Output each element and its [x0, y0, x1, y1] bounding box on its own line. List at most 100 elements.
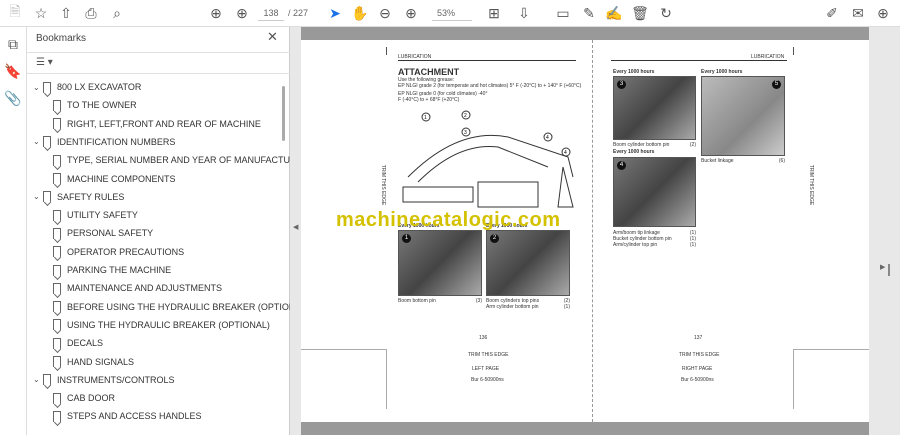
highlight-pen-icon[interactable]: ✎	[580, 4, 598, 22]
grease-spec-1: EP NLGI grade 2 (for temperate and hot c…	[398, 83, 582, 89]
photo-4: 4	[613, 157, 696, 227]
photo-number: 2	[490, 234, 499, 243]
page-number-right: 137	[694, 335, 703, 341]
bookmark-icon[interactable]: 🔖	[4, 62, 22, 80]
delete-icon[interactable]: 🗑	[631, 4, 649, 22]
bookmark-item[interactable]: RIGHT, LEFT,FRONT AND REAR OF MACHINE	[53, 115, 261, 133]
bookmark-item[interactable]: PERSONAL SAFETY	[53, 224, 153, 242]
bookmark-options-icon[interactable]: ☰ ▾	[36, 57, 53, 68]
bookmark-label: BEFORE USING THE HYDRAULIC BREAKER (OPTI…	[67, 301, 310, 312]
upload-cloud-icon[interactable]: ⇧	[57, 4, 75, 22]
add-user-icon[interactable]: ⊕	[874, 4, 892, 22]
photo-caption: Boom bottom pin (3)	[398, 298, 482, 304]
photo-heading: Every 1000 hours	[613, 69, 655, 75]
chevron-down-icon[interactable]: ⌄	[33, 375, 43, 384]
document-scrollbar[interactable]	[884, 27, 894, 435]
bookmark-item[interactable]: STEPS AND ACCESS HANDLES	[53, 407, 202, 425]
bookmark-item[interactable]: USING THE HYDRAULIC BREAKER (OPTIONAL)	[53, 316, 270, 334]
bookmark-item[interactable]: MACHINE COMPONENTS	[53, 170, 176, 188]
bookmark-item[interactable]: ⌄ 800 LX EXCAVATOR	[33, 78, 141, 96]
vertical-trim: TRIM THIS EDGE	[380, 164, 387, 206]
bookmark-icon	[53, 246, 61, 258]
bookmark-label: OPERATOR PRECAUTIONS	[67, 246, 185, 257]
photo-caption: Arm/cylinder top pin (1)	[613, 242, 696, 248]
bookmark-item[interactable]: OPERATOR PRECAUTIONS	[53, 243, 184, 261]
bookmark-item[interactable]: ⌄ INSTRUMENTS/CONTROLS	[33, 371, 175, 389]
attachment-icon[interactable]: 📎	[4, 89, 22, 107]
comment-icon[interactable]: ▭	[554, 4, 572, 22]
scroll-left-icon[interactable]: ◀	[293, 223, 298, 231]
select-cursor-icon[interactable]: ➤	[326, 4, 344, 22]
bookmark-icon	[53, 227, 61, 239]
callout: 2	[464, 113, 467, 119]
email-icon[interactable]: ✉	[849, 4, 867, 22]
bookmark-icon	[43, 81, 51, 93]
page-spread: LUBRICATION ATTACHMENT Use the following…	[301, 27, 869, 435]
zoom-out-icon[interactable]: ⊖	[376, 4, 394, 22]
zoom-in-icon[interactable]: ⊕	[402, 4, 420, 22]
bookmark-label: MACHINE COMPONENTS	[67, 173, 176, 184]
next-page-icon[interactable]: ⊕	[233, 4, 251, 22]
bookmark-item[interactable]: UTILITY SAFETY	[53, 206, 138, 224]
photo-number: 4	[617, 161, 626, 170]
chevron-down-icon[interactable]: ⌄	[33, 137, 43, 146]
bookmark-item[interactable]: ⌄ IDENTIFICATION NUMBERS	[33, 133, 175, 151]
bookmark-item[interactable]: TO THE OWNER	[53, 96, 137, 114]
bookmark-item[interactable]: BEFORE USING THE HYDRAULIC BREAKER (OPTI…	[53, 298, 309, 316]
save-icon[interactable]: 🗎	[6, 3, 24, 22]
page-fit-icon[interactable]: ⊞	[485, 4, 503, 22]
bookmark-label: MAINTENANCE AND ADJUSTMENTS	[67, 283, 223, 294]
bookmark-icon	[53, 118, 61, 130]
bookmark-label: 800 LX EXCAVATOR	[57, 82, 142, 92]
side-label: RIGHT PAGE	[682, 366, 713, 372]
sign-icon[interactable]: ✍	[605, 4, 623, 22]
bookmarks-title: Bookmarks	[36, 33, 87, 44]
hand-tool-icon[interactable]: ✋	[351, 4, 369, 22]
photo-number: 5	[772, 80, 781, 89]
photo-caption: Arm cylinder bottom pin (1)	[486, 304, 570, 310]
print-icon[interactable]: ⎙	[82, 4, 100, 22]
previous-page-icon[interactable]: ⊕	[207, 4, 225, 22]
photo-3: 3	[613, 76, 696, 140]
pages-icon[interactable]: ⧉	[4, 35, 22, 53]
bookmark-item[interactable]: ⌄ SAFETY RULES	[33, 188, 124, 206]
bookmark-item[interactable]: TYPE, SERIAL NUMBER AND YEAR OF MANUFACT…	[53, 151, 303, 169]
bookmark-label: INSTRUMENTS/CONTROLS	[57, 374, 175, 385]
bookmark-icon	[53, 319, 61, 331]
photo-heading: Every 1000 hours	[613, 149, 655, 155]
side-label: LEFT PAGE	[472, 366, 500, 372]
bookmarks-panel: Bookmarks ✕ ☰ ▾ ⌄ 800 LX EXCAVATOR TO THE …	[27, 27, 309, 435]
bookmark-label: SAFETY RULES	[57, 191, 125, 202]
document-view: ◀ LUBRICATION ATTACHMENT Use the followi…	[290, 27, 900, 435]
code-label: Bur 6-50900ns	[681, 377, 714, 383]
bookmark-label: UTILITY SAFETY	[67, 210, 138, 221]
bookmark-icon	[43, 136, 51, 148]
bookmark-item[interactable]: PARKING THE MACHINE	[53, 261, 171, 279]
bookmark-tools: ☰ ▾	[27, 52, 290, 74]
vertical-trim: TRIM THIS EDGE	[808, 164, 815, 206]
rotate-icon[interactable]: ↻	[657, 4, 675, 22]
share-link-icon[interactable]: ✐	[823, 4, 841, 22]
photo-caption: Bucket linkage (6)	[701, 158, 785, 164]
search-icon[interactable]: ⌕	[108, 4, 126, 22]
zoom-select[interactable]: 53% ▾	[432, 5, 472, 34]
bookmark-item[interactable]: MAINTENANCE AND ADJUSTMENTS	[53, 279, 222, 297]
close-icon[interactable]: ✕	[267, 29, 278, 45]
bookmark-icon	[53, 99, 61, 111]
bookmark-item[interactable]: HAND SIGNALS	[53, 353, 134, 371]
callout: 3	[464, 130, 467, 136]
photo-5: 5	[701, 76, 785, 156]
photo-1: 1	[398, 230, 482, 296]
bookmark-icon	[53, 356, 61, 367]
page-number-left: 136	[479, 335, 488, 341]
chevron-down-icon[interactable]: ⌄	[33, 83, 43, 92]
bookmark-item[interactable]: DECALS	[53, 334, 103, 352]
chevron-down-icon[interactable]: ⌄	[33, 192, 43, 201]
star-icon[interactable]: ☆	[32, 4, 50, 22]
bookmark-label: STEPS AND ACCESS HANDLES	[67, 411, 202, 422]
page-number-input[interactable]: 138	[258, 5, 284, 21]
bookmark-scrollbar[interactable]	[281, 78, 287, 433]
scroll-mode-icon[interactable]: ⇩	[515, 4, 533, 22]
bookmark-item[interactable]: CAB DOOR	[53, 389, 115, 407]
bookmark-icon	[53, 209, 61, 221]
